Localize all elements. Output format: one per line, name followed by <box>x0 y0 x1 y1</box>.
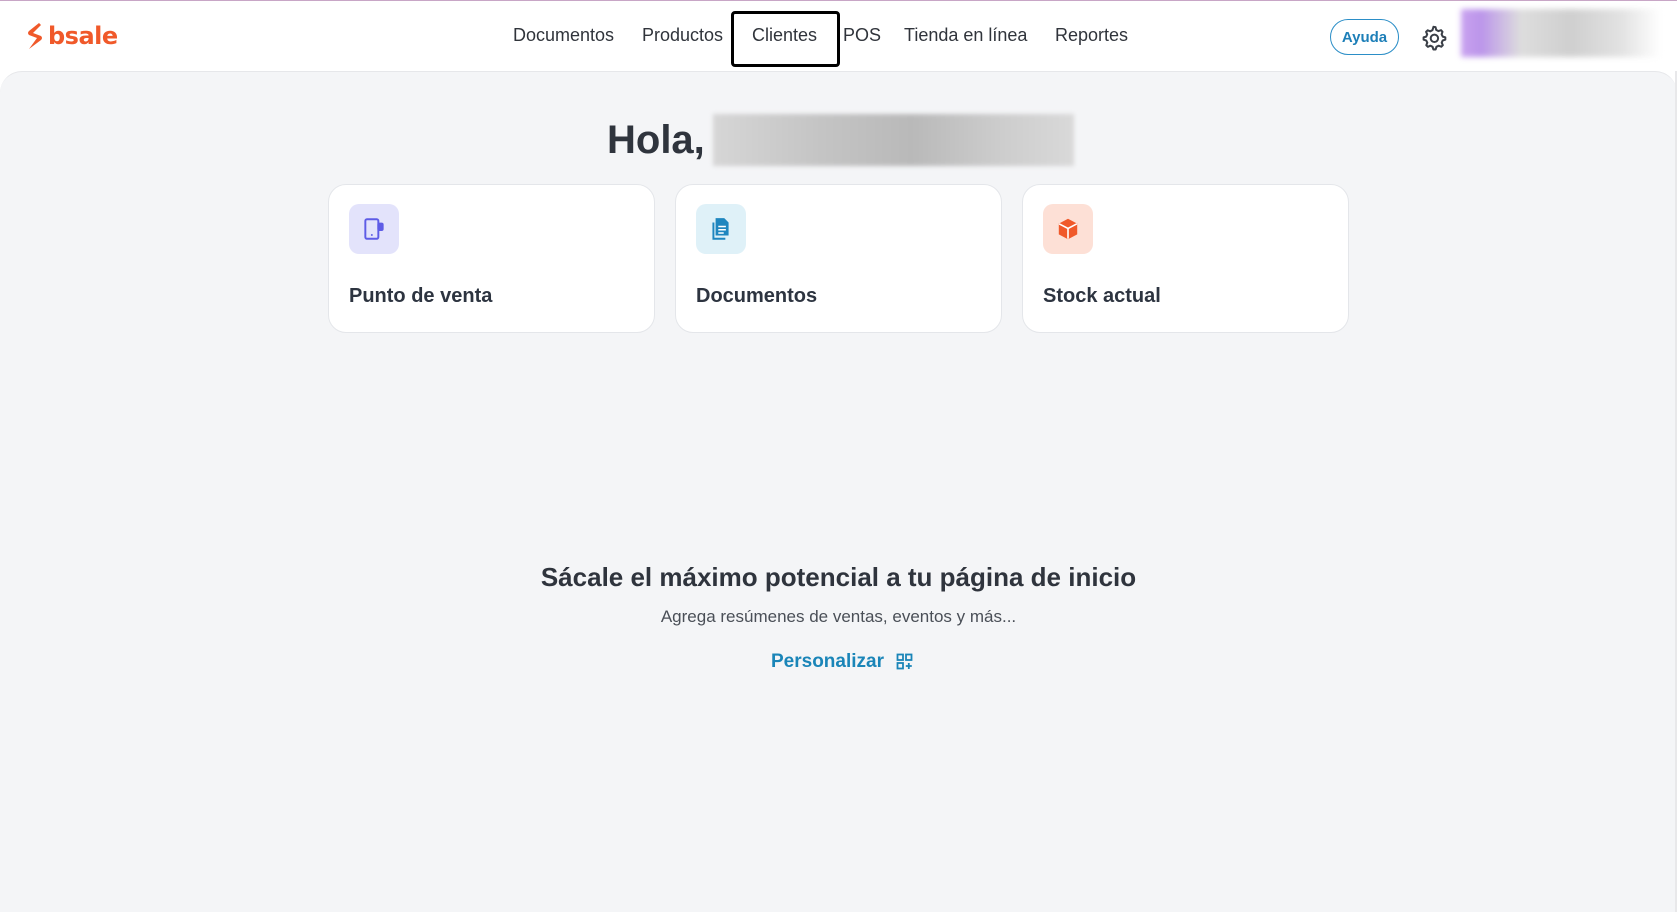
card-stock-actual[interactable]: Stock actual <box>1022 184 1349 333</box>
greeting-row: Hola, <box>607 114 1074 166</box>
card-label: Punto de venta <box>349 285 493 307</box>
document-icon <box>696 204 746 254</box>
home-content: Hola, Punto de venta Documentos Stock ac… <box>0 71 1677 912</box>
user-name-redacted <box>712 114 1074 166</box>
logo-text: bsale <box>48 22 118 50</box>
widgets-add-icon <box>896 653 913 670</box>
nav-tienda-en-linea[interactable]: Tienda en línea <box>904 25 1027 46</box>
nav-reportes[interactable]: Reportes <box>1055 25 1128 46</box>
greeting-text: Hola, <box>607 117 705 162</box>
box-icon <box>1043 204 1093 254</box>
bsale-logo-icon <box>28 23 42 49</box>
pos-device-icon <box>349 204 399 254</box>
top-navbar: bsale Documentos Productos Clientes POS … <box>0 1 1677 71</box>
card-label: Stock actual <box>1043 285 1161 307</box>
card-documentos[interactable]: Documentos <box>675 184 1002 333</box>
nav-pos[interactable]: POS <box>843 25 881 46</box>
customize-link[interactable]: Personalizar <box>771 650 914 674</box>
customize-label: Personalizar <box>771 651 884 672</box>
promo-title: Sácale el máximo potencial a tu página d… <box>540 562 1137 592</box>
nav-clientes[interactable]: Clientes <box>752 25 817 46</box>
card-label: Documentos <box>696 285 818 307</box>
bsale-logo[interactable]: bsale <box>26 21 118 51</box>
user-account-area[interactable] <box>1461 9 1661 57</box>
nav-documentos[interactable]: Documentos <box>513 25 614 46</box>
card-punto-de-venta[interactable]: Punto de venta <box>328 184 655 333</box>
nav-productos[interactable]: Productos <box>642 25 723 46</box>
help-button[interactable]: Ayuda <box>1330 19 1399 55</box>
gear-icon[interactable] <box>1420 24 1447 51</box>
promo-subtitle: Agrega resúmenes de ventas, eventos y má… <box>660 607 1017 626</box>
